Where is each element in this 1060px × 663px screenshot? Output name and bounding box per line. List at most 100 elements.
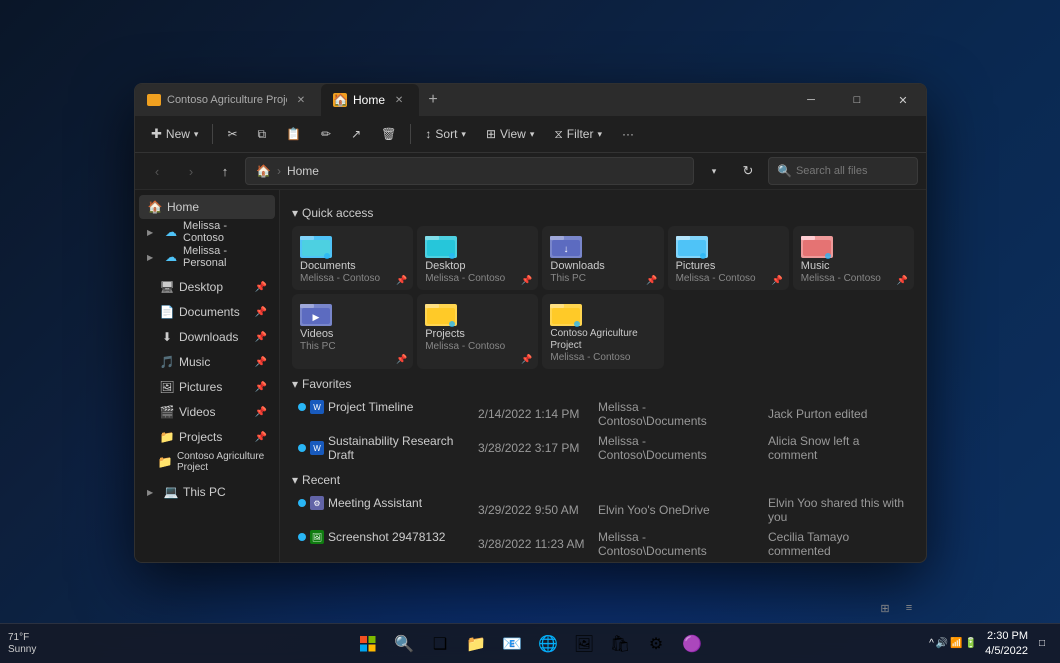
- folder-card-projects[interactable]: Projects Melissa - Contoso 📌: [417, 294, 538, 369]
- folder-pictures-sub: Melissa - Contoso: [676, 273, 756, 284]
- pin-icon3: 📌: [255, 332, 267, 343]
- search-bar[interactable]: 🔍 Search all files: [768, 157, 918, 185]
- folder-music-sub: Melissa - Contoso: [801, 273, 881, 284]
- sort-button[interactable]: ↕ Sort ▾: [417, 120, 474, 148]
- battery-icon[interactable]: 🔋: [965, 638, 977, 649]
- filter-button[interactable]: ⧖ Filter ▾: [546, 120, 610, 148]
- up-button[interactable]: ↑: [211, 157, 239, 185]
- taskbar-center: 🔍 ❑ 📁 📧 🌐 🖼 🛍 ⚙ 🟣: [352, 628, 708, 660]
- view-button[interactable]: ⊞ View ▾: [478, 120, 542, 148]
- cloud-personal-icon: ☁: [163, 249, 179, 265]
- folder-card-downloads[interactable]: ↓ Downloads This PC 📌: [542, 226, 663, 290]
- folder-documents-name: Documents: [300, 260, 356, 273]
- list-item[interactable]: W Sustainability Research Draft 3/28/202…: [292, 431, 914, 465]
- music-icon: 🎵: [159, 354, 175, 370]
- sidebar-item-music[interactable]: 🎵 Music 📌: [139, 350, 275, 374]
- address-bar[interactable]: 🏠 › Home: [245, 157, 694, 185]
- new-button[interactable]: ✚ New ▾: [143, 120, 206, 148]
- network-icon[interactable]: 📶: [950, 638, 962, 649]
- minimize-button[interactable]: ─: [788, 84, 834, 116]
- list-item[interactable]: 🖼 DSCN_0073 3/25/2022 9:36 AM Melissa - …: [292, 561, 914, 562]
- folder-videos-pin: 📌: [396, 354, 407, 365]
- sidebar-item-projects[interactable]: 📁 Projects 📌: [139, 425, 275, 449]
- folder-card-desktop[interactable]: Desktop Melissa - Contoso 📌: [417, 226, 538, 290]
- folder-card-pictures[interactable]: Pictures Melissa - Contoso 📌: [668, 226, 789, 290]
- maximize-button[interactable]: □: [834, 84, 880, 116]
- sidebar-item-desktop[interactable]: 🖥 Desktop 📌: [139, 275, 275, 299]
- search-taskbar-button[interactable]: 🔍: [388, 628, 420, 660]
- title-bar: Contoso Agriculture Project ✕ 🏠 Home ✕ +…: [135, 84, 926, 116]
- new-tab-button[interactable]: +: [419, 86, 447, 114]
- sidebar-item-melissa-contoso[interactable]: ▶ ☁ Melissa - Contoso: [139, 220, 275, 244]
- store-button[interactable]: 🛍: [604, 628, 636, 660]
- dropdown-button[interactable]: ▾: [700, 157, 728, 185]
- file-path: Elvin Yoo's OneDrive: [592, 493, 762, 527]
- folder-card-music[interactable]: Music Melissa - Contoso 📌: [793, 226, 914, 290]
- folder-music-pin: 📌: [897, 275, 908, 286]
- sep2: [410, 124, 411, 144]
- settings-button[interactable]: ⚙: [640, 628, 672, 660]
- paste-button[interactable]: 📋: [278, 120, 309, 148]
- tab-contoso-close[interactable]: ✕: [293, 92, 309, 108]
- list-view-button[interactable]: ≡: [898, 597, 920, 619]
- copy-button[interactable]: ⧉: [250, 120, 275, 148]
- mail-button[interactable]: 📧: [496, 628, 528, 660]
- back-button[interactable]: ‹: [143, 157, 171, 185]
- notification-button[interactable]: □: [1032, 628, 1052, 660]
- quick-access-chevron-icon: ▾: [292, 206, 298, 220]
- sidebar-item-documents[interactable]: 📄 Documents 📌: [139, 300, 275, 324]
- folder-card-documents[interactable]: Documents Melissa - Contoso 📌: [292, 226, 413, 290]
- cut-button[interactable]: ✂: [219, 120, 245, 148]
- sidebar-item-contoso-project[interactable]: 📁 Contoso Agriculture Project: [139, 450, 275, 474]
- close-button[interactable]: ✕: [880, 84, 926, 116]
- pin-icon7: 📌: [255, 432, 267, 443]
- more-button[interactable]: ···: [614, 120, 642, 148]
- favorites-header[interactable]: ▾ Favorites: [292, 377, 914, 391]
- task-view-button[interactable]: ❑: [424, 628, 456, 660]
- recent-header[interactable]: ▾ Recent: [292, 473, 914, 487]
- system-tray-expand-icon[interactable]: ^: [929, 638, 934, 649]
- folder-card-videos[interactable]: ▶ Videos This PC 📌: [292, 294, 413, 369]
- list-item[interactable]: W Project Timeline 2/14/2022 1:14 PM Mel…: [292, 397, 914, 431]
- file-activity: Jenna Bates edited: [762, 561, 914, 562]
- clock-time: 2:30 PM: [987, 629, 1028, 643]
- system-clock[interactable]: 2:30 PM 4/5/2022: [985, 629, 1028, 658]
- browser-button[interactable]: 🌐: [532, 628, 564, 660]
- sidebar-item-downloads[interactable]: ⬇ Downloads 📌: [139, 325, 275, 349]
- file-path: Melissa - Contoso\Documents: [592, 527, 762, 561]
- refresh-button[interactable]: ↻: [734, 157, 762, 185]
- tab-home-icon: 🏠: [333, 93, 347, 107]
- sidebar-item-melissa-personal[interactable]: ▶ ☁ Melissa - Personal: [139, 245, 275, 269]
- grid-view-button[interactable]: ⊞: [874, 597, 896, 619]
- speaker-icon[interactable]: 🔊: [936, 638, 948, 649]
- delete-button[interactable]: 🗑: [373, 120, 404, 148]
- pin-icon5: 📌: [255, 382, 267, 393]
- share-button[interactable]: ↗: [343, 120, 369, 148]
- photos-button[interactable]: 🖼: [568, 628, 600, 660]
- list-item[interactable]: ⚙ Meeting Assistant 3/29/2022 9:50 AM El…: [292, 493, 914, 527]
- folder-card-contoso[interactable]: Contoso Agriculture Project Melissa - Co…: [542, 294, 663, 369]
- tab-home[interactable]: 🏠 Home ✕: [321, 84, 419, 116]
- sidebar-item-pictures[interactable]: 🖼 Pictures 📌: [139, 375, 275, 399]
- forward-button[interactable]: ›: [177, 157, 205, 185]
- sidebar-this-pc-label: This PC: [183, 485, 226, 499]
- folder-projects-icon: [425, 300, 457, 328]
- pictures-icon: 🖼: [159, 379, 175, 395]
- tab-home-close[interactable]: ✕: [391, 92, 407, 108]
- sidebar-item-home[interactable]: 🏠 Home: [139, 195, 275, 219]
- rename-button[interactable]: ✏: [313, 120, 339, 148]
- sidebar-item-this-pc[interactable]: ▶ 💻 This PC: [139, 480, 275, 504]
- settings-icon: ⚙: [649, 634, 663, 654]
- folder-desktop-name: Desktop: [425, 260, 465, 273]
- quick-access-header[interactable]: ▾ Quick access: [292, 206, 914, 220]
- windows-logo-icon: [360, 636, 376, 652]
- weather-condition: Sunny: [8, 644, 36, 656]
- folder-downloads-icon: ↓: [550, 232, 582, 260]
- teams-button[interactable]: 🟣: [676, 628, 708, 660]
- sidebar-item-videos[interactable]: 🎬 Videos 📌: [139, 400, 275, 424]
- tab-contoso[interactable]: Contoso Agriculture Project ✕: [135, 84, 321, 116]
- recent-label: Recent: [302, 473, 340, 487]
- list-item[interactable]: 🖼 Screenshot 29478132 3/28/2022 11:23 AM…: [292, 527, 914, 561]
- file-explorer-taskbar-button[interactable]: 📁: [460, 628, 492, 660]
- start-button[interactable]: [352, 628, 384, 660]
